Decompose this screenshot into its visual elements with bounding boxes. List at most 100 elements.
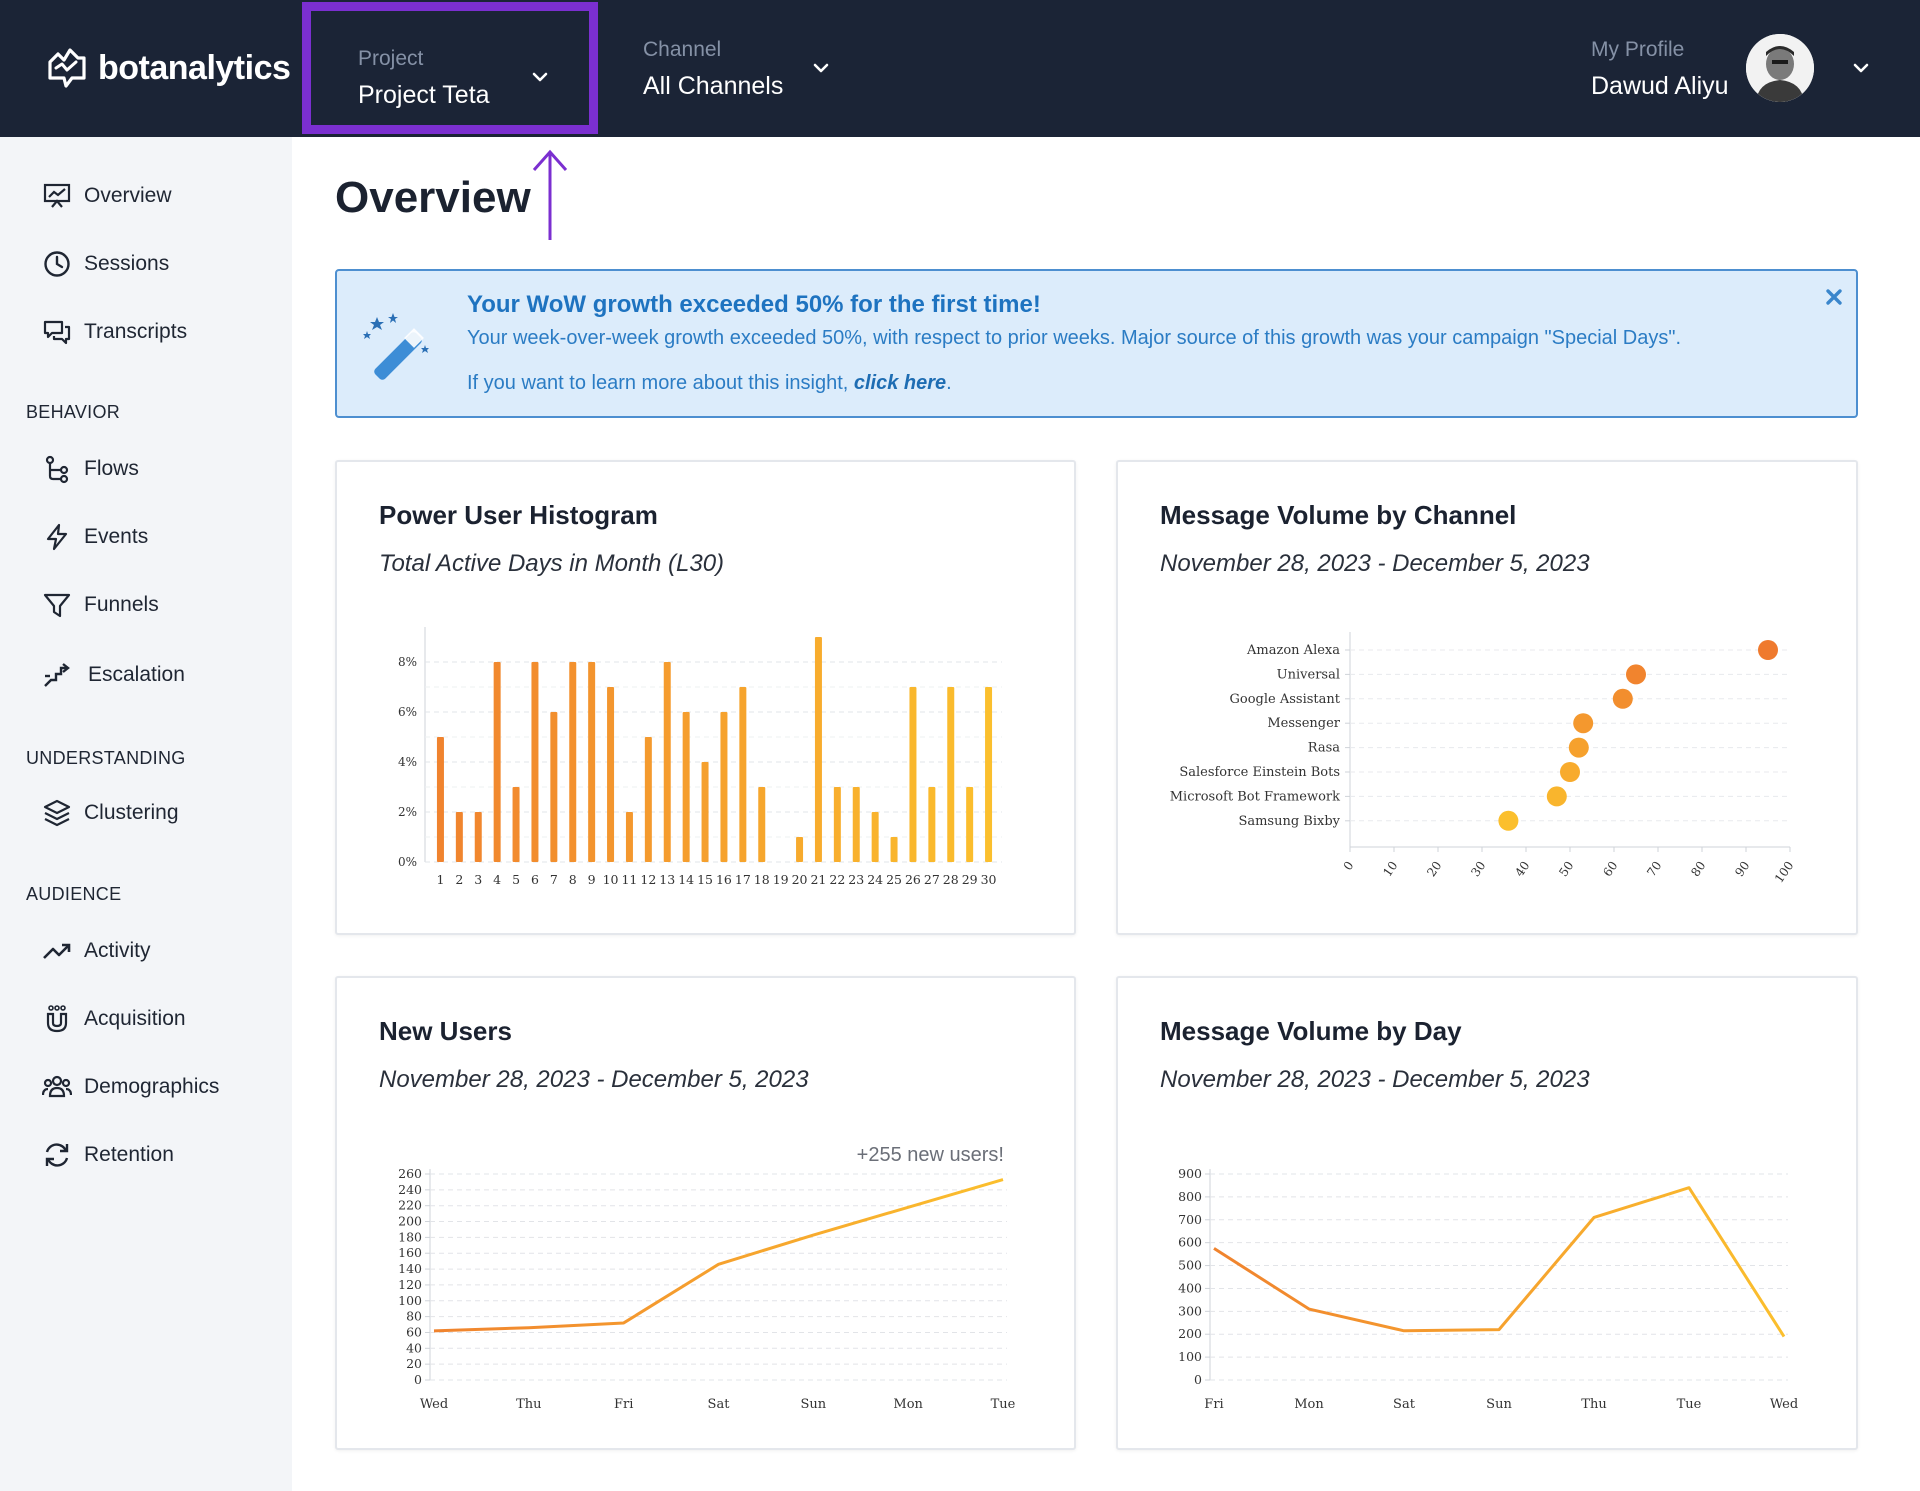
sidebar-item-overview[interactable]: Overview <box>42 178 172 214</box>
avatar[interactable] <box>1746 34 1814 102</box>
sidebar-item-label: Retention <box>84 1143 174 1166</box>
sidebar-item-sessions[interactable]: Sessions <box>42 246 169 282</box>
x-tick-label: 100 <box>1772 859 1797 886</box>
y-tick-label: 800 <box>1178 1189 1202 1204</box>
y-tick-label: 200 <box>1178 1326 1202 1341</box>
y-tick-label: 2% <box>398 805 417 819</box>
histogram-bar <box>758 787 766 862</box>
brand-logo[interactable]: botanalytics <box>44 44 291 92</box>
x-tick-label: 12 <box>640 872 656 887</box>
x-tick-label: 30 <box>981 872 997 887</box>
x-tick-label: 10 <box>1380 859 1400 880</box>
x-tick-label: 23 <box>848 872 864 887</box>
insight-banner: Your WoW growth exceeded 50% for the fir… <box>335 269 1858 418</box>
x-tick-label: Thu <box>1581 1397 1606 1412</box>
histogram-bar <box>607 687 615 862</box>
histogram-bar <box>985 687 993 862</box>
x-tick-label: Mon <box>893 1397 923 1412</box>
sidebar-item-label: Activity <box>84 939 151 962</box>
x-tick-label: 6 <box>531 872 539 887</box>
sidebar-item-demographics[interactable]: Demographics <box>42 1069 219 1105</box>
x-tick-label: 8 <box>569 872 577 887</box>
sidebar-item-label: Transcripts <box>84 320 188 343</box>
x-tick-label: 1 <box>436 872 444 887</box>
histogram-bar <box>625 812 633 862</box>
histogram-bar <box>644 737 652 862</box>
x-tick-label: 18 <box>754 872 770 887</box>
message-volume-day-card: Message Volume by Day November 28, 2023 … <box>1116 976 1858 1450</box>
channel-point <box>1573 713 1594 734</box>
histogram-bar <box>588 662 596 862</box>
x-tick-label: 16 <box>716 872 732 887</box>
x-tick-label: Fri <box>1204 1397 1223 1412</box>
y-tick-label: 900 <box>1178 1166 1202 1181</box>
y-tick-label: Google Assistant <box>1230 692 1341 707</box>
histogram-bar <box>455 812 463 862</box>
x-tick-label: 60 <box>1600 859 1620 880</box>
series-line <box>433 1178 1004 1333</box>
section-title-audience: AUDIENCE <box>26 884 122 904</box>
sidebar: Overview Sessions Transcripts BEHAVIOR F… <box>0 137 292 1491</box>
x-tick-label: 11 <box>621 872 637 887</box>
histogram-bar <box>814 637 822 862</box>
chevron-down-icon <box>813 63 829 73</box>
flow-icon <box>45 455 69 484</box>
histogram-bar <box>701 762 709 862</box>
histogram-bar <box>474 812 482 862</box>
sidebar-item-label: Sessions <box>84 252 170 275</box>
insight-learn-more-link[interactable]: click here <box>854 372 946 394</box>
x-tick-label: Fri <box>614 1397 633 1412</box>
channel-selector[interactable]: Channel All Channels <box>620 0 850 137</box>
x-tick-label: Sat <box>1393 1397 1416 1412</box>
profile-label: My Profile <box>1591 38 1685 61</box>
histogram-bar <box>890 837 898 862</box>
sidebar-item-retention[interactable]: Retention <box>42 1137 174 1173</box>
y-tick-label: 220 <box>398 1198 422 1213</box>
x-tick-label: 22 <box>829 872 845 887</box>
x-tick-label: Tue <box>991 1397 1016 1412</box>
y-tick-label: 100 <box>398 1293 422 1308</box>
magic-wand-icon <box>363 313 429 380</box>
histogram-bar <box>512 787 520 862</box>
x-tick-label: 25 <box>886 872 902 887</box>
sidebar-item-events[interactable]: Events <box>42 519 148 555</box>
chevron-down-icon <box>1853 63 1869 73</box>
x-tick-label: 2 <box>455 872 463 887</box>
top-bar: botanalytics Project Project Teta Channe… <box>0 0 1920 137</box>
x-tick-label: 30 <box>1468 859 1488 880</box>
histogram-bar <box>966 787 974 862</box>
sidebar-item-clustering[interactable]: Clustering <box>42 795 179 831</box>
y-tick-label: 8% <box>398 655 417 669</box>
close-icon[interactable] <box>1824 287 1844 307</box>
channel-value: All Channels <box>643 72 784 100</box>
y-tick-label: 600 <box>1178 1235 1202 1250</box>
project-label: Project <box>358 47 424 70</box>
y-tick-label: 6% <box>398 705 417 719</box>
sidebar-item-acquisition[interactable]: Acquisition <box>42 1001 186 1037</box>
sidebar-item-transcripts[interactable]: Transcripts <box>42 314 187 350</box>
y-tick-label: 500 <box>1178 1258 1202 1273</box>
channel-point <box>1546 786 1567 807</box>
y-tick-label: Salesforce Einstein Bots <box>1179 765 1340 780</box>
profile-menu[interactable]: My Profile Dawud Aliyu <box>1560 0 1890 137</box>
x-tick-label: 13 <box>659 872 675 887</box>
section-title-understanding: UNDERSTANDING <box>26 748 186 768</box>
x-tick-label: 20 <box>1424 859 1444 880</box>
chevron-down-icon <box>532 72 548 82</box>
new-users-card: New Users November 28, 2023 - December 5… <box>335 976 1076 1450</box>
funnel-icon <box>43 593 71 618</box>
sidebar-item-flows[interactable]: Flows <box>42 451 139 487</box>
x-tick-label: 20 <box>792 872 808 887</box>
presentation-chart-icon <box>43 183 71 208</box>
x-tick-label: Mon <box>1294 1397 1324 1412</box>
y-tick-label: 300 <box>1178 1303 1202 1318</box>
sidebar-item-funnels[interactable]: Funnels <box>42 587 159 623</box>
sidebar-item-escalation[interactable]: Escalation <box>42 657 185 693</box>
project-selector[interactable]: Project Project Teta <box>302 2 598 134</box>
new-users-chart: 020406080100120140160180200220240260 Wed T… <box>398 1166 1016 1412</box>
brand-name: botanalytics <box>98 48 291 87</box>
x-tick-label: 70 <box>1644 859 1664 880</box>
histogram-bar <box>909 687 917 862</box>
sidebar-item-activity[interactable]: Activity <box>42 933 151 969</box>
message-volume-channel-card: Message Volume by Channel November 28, 2… <box>1116 460 1858 935</box>
